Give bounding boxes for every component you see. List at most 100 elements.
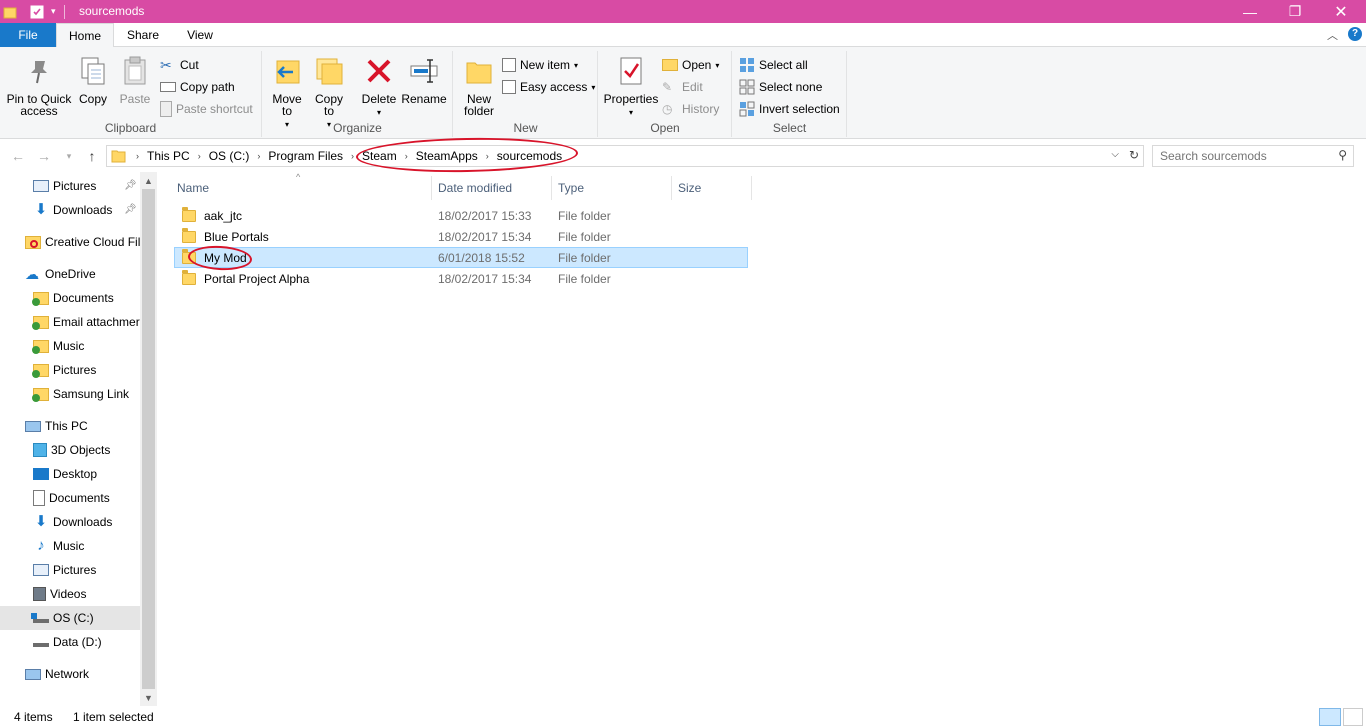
nav-item-onedrive-music[interactable]: Music <box>0 334 140 358</box>
quick-access-dropdown-icon[interactable]: ▾ <box>51 6 56 17</box>
breadcrumb-os-c[interactable]: OS (C:) <box>204 149 255 163</box>
table-row[interactable]: Blue Portals 18/02/2017 15:34 File folde… <box>174 226 748 247</box>
nav-item-this-pc[interactable]: This PC <box>0 414 140 438</box>
nav-scrollbar[interactable]: ▲ ▼ <box>140 172 157 706</box>
nav-item-downloads-quick[interactable]: ⬇ Downloads <box>0 198 140 222</box>
nav-item-onedrive[interactable]: ☁ OneDrive <box>0 262 140 286</box>
column-header-name[interactable]: Name <box>171 176 432 200</box>
forward-button[interactable]: → <box>34 146 54 166</box>
nav-item-desktop[interactable]: Desktop <box>0 462 140 486</box>
address-bar[interactable]: › This PC › OS (C:) › Program Files › St… <box>106 145 1144 167</box>
nav-item-3d-objects[interactable]: 3D Objects <box>0 438 140 462</box>
select-none-button[interactable]: Select none <box>739 77 822 97</box>
new-folder-icon <box>466 62 492 84</box>
nav-item-videos[interactable]: Videos <box>0 582 140 606</box>
address-dropdown-icon[interactable]: ⌵ <box>1111 149 1119 160</box>
breadcrumb-separator-icon[interactable]: › <box>402 151 411 161</box>
cut-label: Cut <box>180 58 199 72</box>
open-group-label: Open <box>650 121 680 135</box>
file-date: 18/02/2017 15:34 <box>438 271 532 286</box>
nav-item-onedrive-documents[interactable]: Documents <box>0 286 140 310</box>
pin-icon[interactable]: 📌︎ <box>124 204 137 215</box>
pin-quick-access-button[interactable]: Pin to Quick access <box>4 53 74 117</box>
table-row[interactable]: My Mod 6/01/2018 15:52 File folder <box>174 247 748 268</box>
edit-button[interactable]: ✎ Edit <box>662 77 703 97</box>
scroll-up-icon[interactable]: ▲ <box>140 172 157 189</box>
column-header-size[interactable]: Size <box>672 176 752 200</box>
open-button[interactable]: Open ▾ <box>662 55 719 75</box>
rename-button[interactable]: Rename <box>401 53 447 105</box>
breadcrumb-separator-icon[interactable]: › <box>133 151 142 161</box>
minimize-button[interactable]: — <box>1227 0 1273 23</box>
delete-button[interactable]: Delete ▾ <box>359 53 399 119</box>
pin-icon[interactable]: 📌︎ <box>124 180 137 191</box>
history-label: History <box>682 102 720 116</box>
scroll-down-icon[interactable]: ▼ <box>140 689 157 706</box>
search-box[interactable]: ⚲ <box>1152 145 1354 167</box>
nav-item-onedrive-pictures[interactable]: Pictures <box>0 358 140 382</box>
file-date: 6/01/2018 15:52 <box>438 250 525 265</box>
column-header-type[interactable]: Type <box>552 176 672 200</box>
close-button[interactable]: ✕ <box>1318 0 1364 23</box>
copy-button[interactable]: Copy <box>76 53 110 105</box>
column-header-date[interactable]: Date modified <box>432 176 552 200</box>
large-icons-view-icon[interactable] <box>1343 708 1363 726</box>
breadcrumb-separator-icon[interactable]: › <box>195 151 204 161</box>
search-icon[interactable]: ⚲ <box>1338 148 1347 162</box>
easy-access-button[interactable]: Easy access ▾ <box>502 77 595 97</box>
nav-item-documents[interactable]: Documents <box>0 486 140 510</box>
paste-shortcut-button[interactable]: Paste shortcut <box>160 99 253 119</box>
nav-item-onedrive-email[interactable]: Email attachmer <box>0 310 140 334</box>
file-list: ^ Name Date modified Type Size aak_jtc 1… <box>158 172 1366 706</box>
select-all-button[interactable]: Select all <box>739 55 808 75</box>
nav-item-os-c[interactable]: OS (C:) <box>0 606 140 630</box>
search-input[interactable] <box>1153 146 1323 166</box>
properties-button[interactable]: Properties ▾ <box>603 53 659 119</box>
select-all-icon <box>740 58 754 72</box>
file-name: aak_jtc <box>204 208 243 223</box>
nav-item-network[interactable]: Network <box>0 662 140 686</box>
up-button[interactable]: ↑ <box>82 146 102 166</box>
breadcrumb-steam[interactable]: Steam <box>357 149 402 163</box>
nav-item-samsung-link[interactable]: Samsung Link <box>0 382 140 406</box>
move-to-button[interactable]: Move to ▾ <box>269 53 305 131</box>
new-item-button[interactable]: New item ▾ <box>502 55 578 75</box>
copy-to-button[interactable]: Copy to ▾ <box>311 53 347 131</box>
tab-share[interactable]: Share <box>114 23 172 47</box>
nav-item-pictures[interactable]: Pictures <box>0 558 140 582</box>
recent-locations-button[interactable]: ▾ <box>62 146 76 166</box>
tab-file[interactable]: File <box>0 23 56 47</box>
invert-selection-button[interactable]: Invert selection <box>739 99 840 119</box>
history-button[interactable]: ◷ History <box>662 99 719 119</box>
nav-item-creative-cloud[interactable]: Creative Cloud Fil <box>0 230 140 254</box>
copy-path-button[interactable]: Copy path <box>160 77 235 97</box>
new-folder-button[interactable]: New folder <box>460 53 498 117</box>
nav-item-music[interactable]: ♪ Music <box>0 534 140 558</box>
breadcrumb-separator-icon[interactable]: › <box>254 151 263 161</box>
back-button[interactable]: ← <box>8 146 28 166</box>
breadcrumb-this-pc[interactable]: This PC <box>142 149 195 163</box>
title-separator <box>63 4 65 19</box>
nav-item-pictures-quick[interactable]: Pictures <box>0 174 140 198</box>
breadcrumb-sourcemods[interactable]: sourcemods <box>492 149 567 163</box>
help-icon[interactable]: ? <box>1348 27 1362 41</box>
breadcrumb-steamapps[interactable]: SteamApps <box>411 149 483 163</box>
details-view-icon[interactable] <box>1319 708 1341 726</box>
tab-view[interactable]: View <box>172 23 228 47</box>
cut-button[interactable]: ✂ Cut <box>160 55 199 75</box>
breadcrumb-separator-icon[interactable]: › <box>348 151 357 161</box>
paste-button[interactable]: Paste <box>116 53 154 105</box>
properties-quick-icon[interactable] <box>29 4 45 20</box>
table-row[interactable]: aak_jtc 18/02/2017 15:33 File folder <box>174 205 748 226</box>
nav-item-data-d[interactable]: Data (D:) <box>0 630 140 654</box>
tab-home[interactable]: Home <box>56 23 114 48</box>
item-count: 4 items <box>14 710 53 724</box>
refresh-icon[interactable]: ↻ <box>1129 148 1139 162</box>
breadcrumb-program-files[interactable]: Program Files <box>263 149 348 163</box>
scroll-thumb[interactable] <box>142 189 155 689</box>
breadcrumb-separator-icon[interactable]: › <box>483 151 492 161</box>
nav-item-downloads[interactable]: ⬇ Downloads <box>0 510 140 534</box>
table-row[interactable]: Portal Project Alpha 18/02/2017 15:34 Fi… <box>174 268 748 289</box>
collapse-ribbon-icon[interactable]: ︿ <box>1327 27 1338 43</box>
restore-button[interactable]: ❐ <box>1272 0 1318 23</box>
